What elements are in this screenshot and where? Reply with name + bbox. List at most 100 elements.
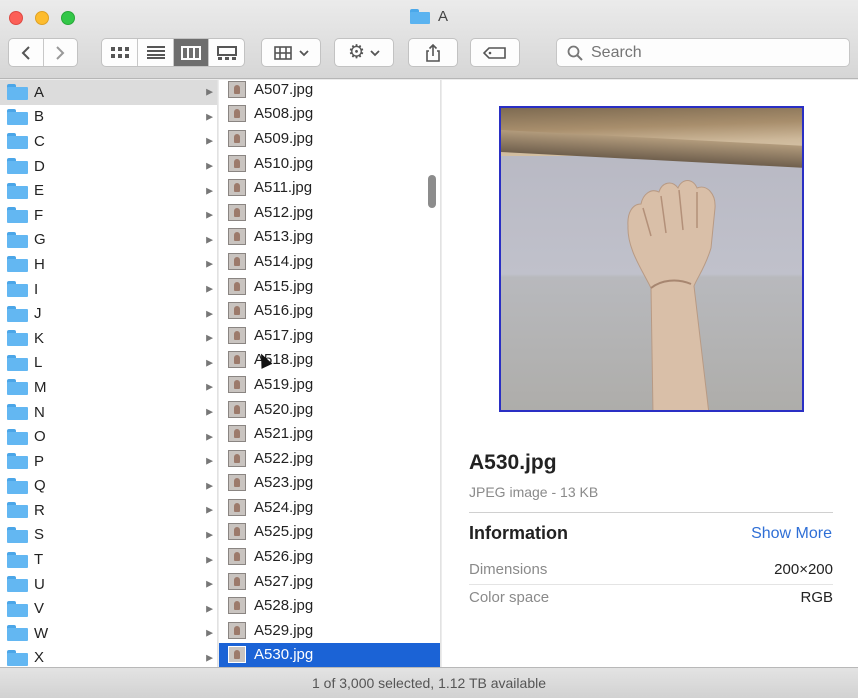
folder-row[interactable]: R ▶ bbox=[0, 498, 217, 523]
folder-row[interactable]: P ▶ bbox=[0, 449, 217, 474]
icon-view-button[interactable] bbox=[102, 39, 139, 66]
folder-icon bbox=[7, 158, 28, 175]
folder-row[interactable]: V ▶ bbox=[0, 596, 217, 621]
folder-row[interactable]: N ▶ bbox=[0, 400, 217, 425]
file-row[interactable]: A528.jpg bbox=[219, 593, 427, 618]
cover-flow-view-button[interactable] bbox=[209, 39, 244, 66]
folder-row[interactable]: S ▶ bbox=[0, 523, 217, 548]
disclosure-arrow-icon: ▶ bbox=[206, 209, 213, 220]
folder-icon bbox=[7, 256, 28, 273]
forward-button[interactable] bbox=[44, 39, 78, 66]
disclosure-arrow-icon: ▶ bbox=[206, 234, 213, 245]
folder-row[interactable]: X ▶ bbox=[0, 646, 217, 667]
file-name: A519.jpg bbox=[254, 375, 314, 393]
folder-row[interactable]: E ▶ bbox=[0, 178, 217, 203]
folder-row[interactable]: F ▶ bbox=[0, 203, 217, 228]
disclosure-arrow-icon: ▶ bbox=[206, 258, 213, 269]
view-mode-switcher bbox=[101, 38, 245, 67]
search-input[interactable] bbox=[591, 43, 831, 62]
folder-name: V bbox=[34, 600, 45, 618]
folder-row[interactable]: O ▶ bbox=[0, 424, 217, 449]
folder-row[interactable]: A ▶ bbox=[0, 80, 217, 105]
folder-name: B bbox=[34, 108, 45, 126]
disclosure-arrow-icon: ▶ bbox=[206, 135, 213, 146]
share-button[interactable] bbox=[408, 38, 458, 67]
folders-column: A ▶ B ▶ C ▶ D ▶ E ▶ F ▶ G ▶ H ▶ I ▶ J ▶ K ▶ L ▶ M ▶ N ▶ O ▶ P ▶ Q ▶ R ▶ S ▶ T ▶… bbox=[0, 80, 218, 667]
color-space-label: Color space bbox=[469, 589, 550, 606]
back-button[interactable] bbox=[9, 39, 44, 66]
folder-name: L bbox=[34, 354, 43, 372]
file-row[interactable]: A516.jpg bbox=[219, 298, 427, 323]
file-name: A517.jpg bbox=[254, 326, 314, 344]
image-thumbnail-icon bbox=[228, 105, 246, 123]
image-thumbnail-icon bbox=[228, 449, 246, 467]
folder-row[interactable]: L ▶ bbox=[0, 351, 217, 376]
file-row[interactable]: A524.jpg bbox=[219, 495, 427, 520]
file-row[interactable]: A527.jpg bbox=[219, 569, 427, 594]
divider bbox=[469, 512, 833, 513]
file-row[interactable]: A525.jpg bbox=[219, 520, 427, 545]
file-row[interactable]: A522.jpg bbox=[219, 446, 427, 471]
file-row[interactable]: A526.jpg bbox=[219, 544, 427, 569]
folder-icon bbox=[7, 502, 28, 519]
search-field[interactable] bbox=[556, 38, 850, 67]
file-row[interactable]: A520.jpg bbox=[219, 397, 427, 422]
chevron-down-icon bbox=[370, 49, 380, 56]
folder-row[interactable]: G ▶ bbox=[0, 228, 217, 253]
folder-icon bbox=[7, 428, 28, 445]
file-row[interactable]: A511.jpg bbox=[219, 175, 427, 200]
file-row[interactable]: A510.jpg bbox=[219, 151, 427, 176]
disclosure-arrow-icon: ▶ bbox=[206, 431, 213, 442]
search-icon bbox=[567, 45, 583, 61]
file-row[interactable]: A515.jpg bbox=[219, 274, 427, 299]
folder-name: J bbox=[34, 305, 42, 323]
file-row[interactable]: A514.jpg bbox=[219, 249, 427, 274]
image-thumbnail-icon bbox=[228, 375, 246, 393]
file-row[interactable]: A529.jpg bbox=[219, 618, 427, 643]
file-name: A520.jpg bbox=[254, 400, 314, 418]
file-row[interactable]: A517.jpg bbox=[219, 323, 427, 348]
folder-row[interactable]: T ▶ bbox=[0, 547, 217, 572]
folder-row[interactable]: J ▶ bbox=[0, 301, 217, 326]
arrange-menu-button[interactable] bbox=[261, 38, 321, 67]
column-view-button[interactable] bbox=[173, 39, 210, 66]
folder-row[interactable]: H ▶ bbox=[0, 252, 217, 277]
file-row[interactable]: A508.jpg bbox=[219, 102, 427, 127]
file-row[interactable]: A513.jpg bbox=[219, 225, 427, 250]
file-name: A512.jpg bbox=[254, 203, 314, 221]
folder-row[interactable]: Q ▶ bbox=[0, 474, 217, 499]
folder-name: A bbox=[34, 83, 45, 101]
file-row[interactable]: A512.jpg bbox=[219, 200, 427, 225]
folder-icon bbox=[7, 526, 28, 543]
folder-icon bbox=[7, 453, 28, 470]
files-scrollbar-thumb[interactable] bbox=[428, 175, 436, 208]
folder-row[interactable]: W ▶ bbox=[0, 621, 217, 646]
folder-row[interactable]: I ▶ bbox=[0, 277, 217, 302]
file-row[interactable]: A507.jpg bbox=[219, 80, 427, 102]
file-row[interactable]: A518.jpg bbox=[219, 348, 427, 373]
file-name: A525.jpg bbox=[254, 523, 314, 541]
folder-row[interactable]: U ▶ bbox=[0, 572, 217, 597]
information-heading: Information bbox=[469, 523, 568, 543]
folder-icon bbox=[7, 330, 28, 347]
folder-row[interactable]: D ▶ bbox=[0, 154, 217, 179]
file-row[interactable]: A521.jpg bbox=[219, 421, 427, 446]
file-row[interactable]: A509.jpg bbox=[219, 126, 427, 151]
show-more-link[interactable]: Show More bbox=[751, 525, 832, 543]
divider bbox=[469, 584, 833, 585]
file-name: A527.jpg bbox=[254, 572, 314, 590]
action-menu-button[interactable]: ⚙ bbox=[334, 38, 394, 67]
file-row[interactable]: A519.jpg bbox=[219, 372, 427, 397]
image-thumbnail-icon bbox=[228, 228, 246, 246]
folder-row[interactable]: M ▶ bbox=[0, 375, 217, 400]
folder-row[interactable]: C ▶ bbox=[0, 129, 217, 154]
tags-button[interactable] bbox=[470, 38, 520, 67]
list-view-button[interactable] bbox=[138, 39, 174, 66]
folder-row[interactable]: B ▶ bbox=[0, 105, 217, 130]
folder-name: P bbox=[34, 452, 45, 470]
file-name: A529.jpg bbox=[254, 621, 314, 639]
file-row[interactable]: A523.jpg bbox=[219, 471, 427, 496]
file-row[interactable]: A530.jpg bbox=[219, 642, 440, 667]
folder-row[interactable]: K ▶ bbox=[0, 326, 217, 351]
window-titlebar: A ⚙ bbox=[0, 0, 858, 79]
